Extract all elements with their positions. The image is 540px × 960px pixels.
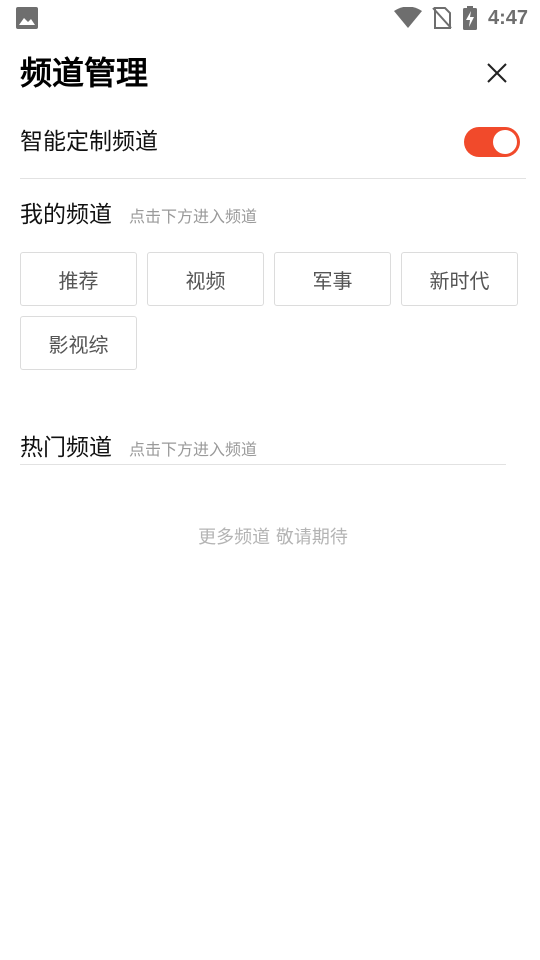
channel-chip-entertainment[interactable]: 影视综 bbox=[20, 316, 137, 370]
status-time: 4:47 bbox=[487, 7, 528, 29]
smart-channel-toggle[interactable] bbox=[464, 127, 520, 157]
smart-channel-label: 智能定制频道 bbox=[20, 129, 158, 155]
my-channels-header: 我的频道 点击下方进入频道 bbox=[20, 198, 520, 232]
close-icon[interactable] bbox=[482, 58, 512, 88]
image-icon bbox=[16, 7, 38, 29]
hot-channels-hint: 点击下方进入频道 bbox=[129, 440, 258, 459]
no-sim-icon bbox=[432, 7, 452, 29]
divider bbox=[20, 464, 506, 465]
channel-chip-recommend[interactable]: 推荐 bbox=[20, 252, 137, 306]
hot-channels-header: 热门频道 点击下方进入频道 bbox=[20, 431, 520, 465]
channel-chip-new-era[interactable]: 新时代 bbox=[401, 252, 518, 306]
status-bar: 4:47 bbox=[0, 0, 540, 36]
wifi-icon bbox=[393, 7, 422, 28]
divider bbox=[20, 178, 526, 179]
hot-channels-title: 热门频道 bbox=[20, 435, 112, 461]
header: 频道管理 bbox=[20, 50, 520, 96]
status-icons: 4:47 bbox=[393, 5, 528, 31]
toggle-knob bbox=[493, 130, 517, 154]
battery-charging-icon bbox=[462, 6, 477, 30]
my-channels-hint: 点击下方进入频道 bbox=[129, 207, 258, 226]
channel-chip-video[interactable]: 视频 bbox=[147, 252, 264, 306]
my-channels-title: 我的频道 bbox=[20, 202, 112, 228]
empty-state-text: 更多频道 敬请期待 bbox=[198, 527, 348, 548]
page-title: 频道管理 bbox=[20, 54, 149, 92]
channel-chip-military[interactable]: 军事 bbox=[274, 252, 391, 306]
smart-channel-row: 智能定制频道 bbox=[20, 122, 520, 162]
